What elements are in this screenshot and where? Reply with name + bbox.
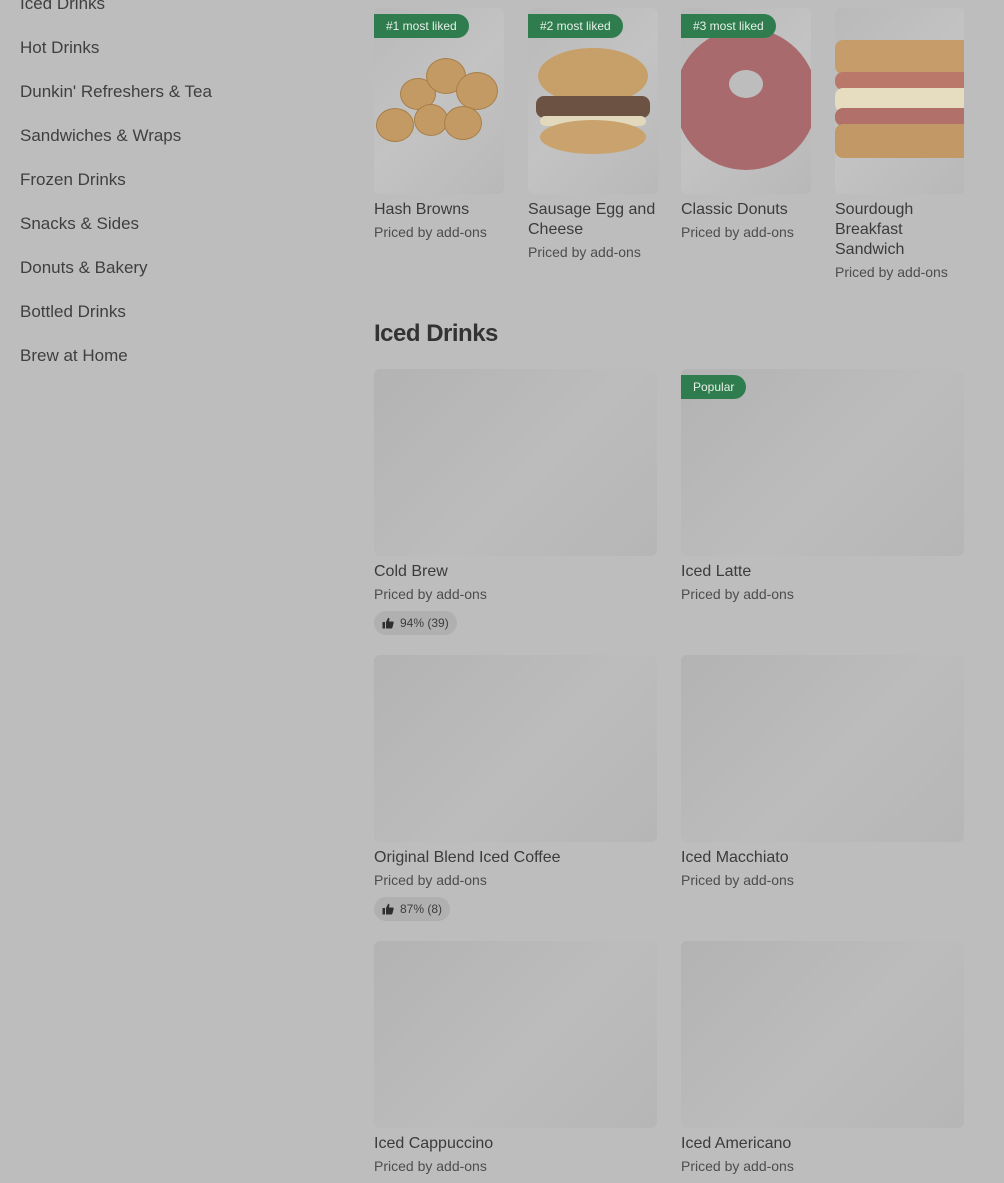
sidebar-item-donuts-bakery[interactable]: Donuts & Bakery (20, 252, 320, 296)
sidebar-item-snacks-sides[interactable]: Snacks & Sides (20, 208, 320, 252)
sidebar-item-sandwiches-wraps[interactable]: Sandwiches & Wraps (20, 120, 320, 164)
item-image (374, 655, 657, 842)
item-image (374, 941, 657, 1128)
item-title: Iced Latte (681, 563, 752, 580)
menu-item-card[interactable]: Popular Iced Latte Priced by add-ons (681, 369, 964, 603)
item-price: Priced by add-ons (835, 264, 948, 280)
rating-text: 87% (8) (400, 902, 443, 916)
item-image (374, 369, 657, 556)
item-title: Iced Macchiato (681, 849, 789, 866)
item-price: Priced by add-ons (374, 586, 487, 602)
thumbs-up-icon (382, 617, 394, 629)
item-price: Priced by add-ons (681, 224, 794, 240)
rating-badge: 87% (8) (374, 897, 451, 921)
menu-item-card[interactable]: Cold Brew Priced by add-ons 94% (39) (374, 369, 657, 635)
item-image-sourdough-sandwich (835, 8, 964, 194)
most-liked-row: #1 most liked Hash Browns Priced by add-… (374, 8, 964, 288)
menu-item-card[interactable]: #3 most liked Classic Donuts Priced by a… (681, 8, 811, 241)
menu-item-card[interactable]: Iced Cappuccino Priced by add-ons (374, 941, 657, 1175)
sidebar-item-hot-drinks[interactable]: Hot Drinks (20, 32, 320, 76)
most-liked-badge: #2 most liked (528, 14, 623, 38)
item-image-hash-browns: #1 most liked (374, 8, 504, 194)
menu-item-card[interactable]: Iced Macchiato Priced by add-ons (681, 655, 964, 889)
item-title: Iced Cappuccino (374, 1135, 494, 1152)
item-title: Iced Americano (681, 1135, 792, 1152)
sidebar-item-frozen-drinks[interactable]: Frozen Drinks (20, 164, 320, 208)
menu-item-card[interactable]: #2 most liked Sausage Egg and Cheese Pri… (528, 8, 658, 261)
item-image-classic-donuts: #3 most liked (681, 8, 811, 194)
menu-item-card[interactable]: Iced Americano Priced by add-ons (681, 941, 964, 1175)
most-liked-badge: #3 most liked (681, 14, 776, 38)
item-title: Cold Brew (374, 563, 448, 580)
item-title: Hash Browns (374, 201, 470, 218)
rating-badge: 94% (39) (374, 611, 457, 635)
category-sidebar: Iced Drinks Hot Drinks Dunkin' Refresher… (20, 0, 320, 384)
item-title: Sourdough Breakfast Sandwich (835, 201, 914, 258)
sidebar-item-refreshers-tea[interactable]: Dunkin' Refreshers & Tea (20, 76, 320, 120)
item-price: Priced by add-ons (681, 586, 794, 602)
menu-item-card[interactable]: #1 most liked Hash Browns Priced by add-… (374, 8, 504, 241)
sidebar-item-brew-at-home[interactable]: Brew at Home (20, 340, 320, 384)
item-price: Priced by add-ons (374, 872, 487, 888)
item-price: Priced by add-ons (528, 244, 641, 260)
rating-text: 94% (39) (400, 616, 449, 630)
item-title: Sausage Egg and Cheese (528, 201, 656, 238)
sidebar-item-iced-drinks[interactable]: Iced Drinks (20, 0, 320, 32)
section-title: Iced Drinks (374, 320, 498, 347)
sidebar-item-bottled-drinks[interactable]: Bottled Drinks (20, 296, 320, 340)
item-title: Original Blend Iced Coffee (374, 849, 561, 866)
item-image (681, 655, 964, 842)
item-image (681, 941, 964, 1128)
item-image-sausage-egg-cheese: #2 most liked (528, 8, 658, 194)
thumbs-up-icon (382, 903, 394, 915)
menu-item-card[interactable]: Sourdough Breakfast Sandwich Priced by a… (835, 8, 964, 281)
item-price: Priced by add-ons (374, 1158, 487, 1174)
popular-badge: Popular (681, 375, 747, 399)
item-price: Priced by add-ons (681, 872, 794, 888)
item-price: Priced by add-ons (374, 224, 487, 240)
menu-item-card[interactable]: Original Blend Iced Coffee Priced by add… (374, 655, 657, 921)
most-liked-badge: #1 most liked (374, 14, 469, 38)
item-image: Popular (681, 369, 964, 556)
item-price: Priced by add-ons (681, 1158, 794, 1174)
item-title: Classic Donuts (681, 201, 788, 218)
